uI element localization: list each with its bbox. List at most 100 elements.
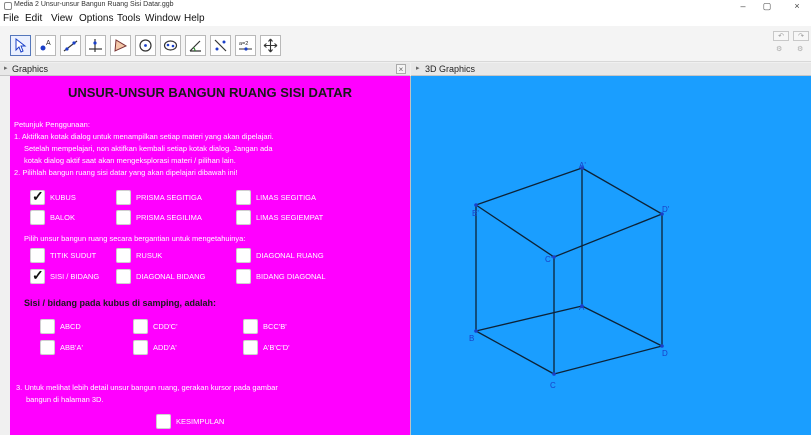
menu-help[interactable]: Help [184,13,205,24]
move-view-icon [263,38,278,53]
graphics3d-pane-title: 3D Graphics [425,64,476,74]
checkbox-face-abcd-top[interactable] [243,340,258,355]
checkbox-limas-segiempat[interactable] [236,210,251,225]
label-face-abcd-top: A'B'C'D' [263,343,290,352]
line-icon [63,40,78,52]
maximize-button[interactable]: ▢ [756,0,778,12]
checkbox-balok[interactable] [30,210,45,225]
edge-ad [581,305,663,347]
slider-tool-button[interactable]: a=2 [235,35,256,56]
menu-window[interactable]: Window [145,13,181,24]
vertex-c[interactable] [552,372,556,376]
vertex-b[interactable] [474,329,478,333]
point-tool-button[interactable]: A [35,35,56,56]
polygon-icon [114,39,128,52]
checkbox-diagonal-ruang[interactable] [236,248,251,263]
checkbox-bidang-diagonal[interactable] [236,269,251,284]
checkbox-face-abcd[interactable] [40,319,55,334]
label-bidang-diagonal: BIDANG DIAGONAL [256,272,326,281]
move-tool-button[interactable] [10,35,31,56]
vertex-c-prime[interactable] [552,255,556,259]
label-rusuk: RUSUK [136,251,163,260]
polygon-tool-button[interactable] [110,35,131,56]
checkbox-kubus[interactable]: ✓ [30,188,45,205]
style-gear-icon[interactable]: ⚙ [797,45,803,53]
undo-button[interactable]: ↶ [773,31,789,41]
angle-tool-button[interactable] [185,35,206,56]
edge-ad-top [581,167,663,215]
ellipse-tool-button[interactable] [160,35,181,56]
checkbox-kesimpulan[interactable] [156,414,171,429]
collapse-arrow-icon[interactable]: ▸ [416,64,420,72]
label-kubus: KUBUS [50,193,76,202]
graphics-pane-title: Graphics [12,64,49,74]
checkbox-diagonal-bidang[interactable] [116,269,131,284]
instruction-line-4: 2. Pilihlah bangun ruang sisi datar yang… [14,168,238,177]
label-face-bccb: BCC'B' [263,322,287,331]
checkbox-prisma-segilima[interactable] [116,210,131,225]
cube-drawing[interactable]: A B C D A' B' C' D' [411,76,811,435]
move-view-tool-button[interactable] [260,35,281,56]
menu-options[interactable]: Options [79,13,113,24]
redo-button[interactable]: ↷ [793,31,809,41]
line-tool-button[interactable] [60,35,81,56]
vertex-label-d: D [662,349,668,358]
label-face-cddc: CDD'C' [153,322,178,331]
vertex-label-a-prime: A' [579,161,586,170]
vertex-b-prime[interactable] [474,203,478,207]
circle-tool-button[interactable] [135,35,156,56]
vertex-label-b-prime: B' [472,209,479,218]
label-limas-segiempat: LIMAS SEGIEMPAT [256,213,324,222]
checkbox-titik-sudut[interactable] [30,248,45,263]
label-limas-segitiga: LIMAS SEGITIGA [256,193,317,202]
graphics-pane-close-button[interactable]: × [396,64,406,74]
edge-cd [553,345,663,375]
checkbox-prisma-segitiga[interactable] [116,190,131,205]
label-prisma-segitiga: PRISMA SEGITIGA [136,193,202,202]
menu-tools[interactable]: Tools [117,13,140,24]
graphics-view[interactable]: UNSUR-UNSUR BANGUN RUANG SISI DATAR Petu… [10,76,410,435]
window-title: Media 2 Unsur-unsur Bangun Ruang Sisi Da… [14,1,174,8]
instruction-line-1: 1. Aktifkan kotak dialog untuk menampilk… [14,132,274,141]
checkbox-rusuk[interactable] [116,248,131,263]
instructions-title: Petunjuk Penggunaan: [14,120,90,129]
label-diagonal-bidang: DIAGONAL BIDANG [136,272,206,281]
edge-bc-top [475,204,555,258]
circle-icon [139,39,152,52]
slider-icon: a=2 [239,41,252,51]
checkbox-face-bccb[interactable] [243,319,258,334]
edge-ab [475,305,583,332]
instruction-line-2: Setelah mempelajari, non aktifkan kembal… [24,144,273,153]
checkbox-face-abba[interactable] [40,340,55,355]
cube-vertices [474,166,664,376]
settings-gear-icon[interactable]: ⚙ [776,45,782,53]
menu-view[interactable]: View [51,13,73,24]
perpendicular-tool-button[interactable] [85,35,106,56]
vertex-label-c-prime: C' [545,255,553,264]
perpendicular-line-icon [89,39,102,52]
menu-edit[interactable]: Edit [25,13,42,24]
vertex-label-c: C [550,381,556,390]
checkmark-icon: ✓ [32,267,44,283]
graphics-3d-view[interactable]: A B C D A' B' C' D' [411,76,811,435]
menu-file[interactable]: File [3,13,19,24]
label-face-adda: ADD'A' [153,343,177,352]
ellipse-icon [163,40,178,51]
checkbox-face-cddc[interactable] [133,319,148,334]
reflect-tool-button[interactable] [210,35,231,56]
checkbox-sisi-bidang[interactable]: ✓ [30,267,45,284]
edge-ab-top [475,167,583,206]
checkbox-limas-segitiga[interactable] [236,190,251,205]
label-prisma-segilima: PRISMA SEGILIMA [136,213,202,222]
close-button[interactable]: × [786,0,808,12]
minimize-button[interactable]: – [732,0,754,12]
cube-edges [475,167,663,375]
graphics3d-pane-header: ▸ 3D Graphics [411,63,811,76]
vertex-d[interactable] [660,344,664,348]
toolbar: A a=2 ↶ ↷ ⚙ ⚙ [0,26,811,62]
slider-tool-label: a=2 [239,41,248,47]
instruction-line-3: kotak dialog aktif saat akan mengeksplor… [24,156,236,165]
vertex-label-a: A [579,303,585,312]
checkbox-face-adda[interactable] [133,340,148,355]
collapse-arrow-icon[interactable]: ▸ [4,64,8,72]
